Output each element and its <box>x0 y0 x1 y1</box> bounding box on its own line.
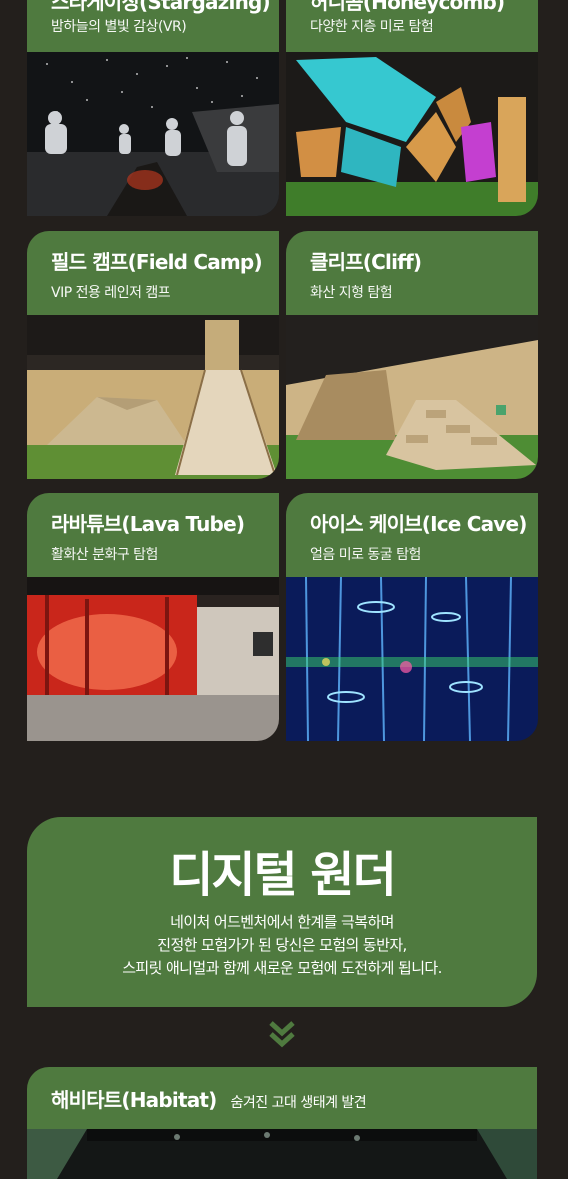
lava-tube-photo <box>27 577 279 741</box>
card-subtitle: 화산 지형 탐험 <box>310 285 393 301</box>
card-title: 아이스 케이브(Ice Cave) <box>310 512 527 536</box>
card-cliff[interactable]: 클리프(Cliff) 화산 지형 탐험 <box>286 231 538 479</box>
card-title: 라바튜브(Lava Tube) <box>51 512 245 536</box>
card-header: 해비타트(Habitat) 숨겨진 고대 생태계 발견 <box>27 1067 537 1129</box>
banner-line: 진정한 모험가가 된 당신은 모험의 동반자, <box>157 936 407 954</box>
double-chevron-down-icon <box>267 1020 297 1050</box>
card-subtitle: 얼음 미로 동굴 탐험 <box>310 547 421 563</box>
card-field-camp[interactable]: 필드 캠프(Field Camp) VIP 전용 레인저 캠프 <box>27 231 279 479</box>
digital-wonder-banner: 디지털 원더 네이처 어드벤처에서 한계를 극복하며 진정한 모험가가 된 당신… <box>27 817 537 1007</box>
honeycomb-maze-photo <box>286 52 538 216</box>
banner-line: 네이처 어드벤처에서 한계를 극복하며 <box>170 913 394 931</box>
card-header: 아이스 케이브(Ice Cave) 얼음 미로 동굴 탐험 <box>286 493 538 577</box>
card-header: 허니콤(Honeycomb) 다양한 지층 미로 탐험 <box>286 0 538 52</box>
card-title: 해비타트(Habitat) <box>51 1088 217 1112</box>
card-title: 필드 캠프(Field Camp) <box>51 250 263 274</box>
card-title: 클리프(Cliff) <box>310 250 422 274</box>
card-subtitle: 숨겨진 고대 생태계 발견 <box>230 1095 367 1111</box>
habitat-photo <box>27 1129 537 1179</box>
ice-cave-photo <box>286 577 538 741</box>
banner-line: 스피릿 애니멀과 함께 새로운 모험에 도전하게 됩니다. <box>122 959 442 977</box>
card-subtitle: VIP 전용 레인저 캠프 <box>51 285 171 301</box>
card-ice-cave[interactable]: 아이스 케이브(Ice Cave) 얼음 미로 동굴 탐험 <box>286 493 538 741</box>
card-subtitle: 다양한 지층 미로 탐험 <box>310 19 434 35</box>
card-header: 필드 캠프(Field Camp) VIP 전용 레인저 캠프 <box>27 231 279 315</box>
card-header: 라바튜브(Lava Tube) 활화산 분화구 탐험 <box>27 493 279 577</box>
card-title: 허니콤(Honeycomb) <box>310 0 505 14</box>
card-title: 스타게이징(Stargazing) <box>51 0 271 14</box>
card-header: 스타게이징(Stargazing) 밤하늘의 별빛 감상(VR) <box>27 0 279 52</box>
banner-title: 디지털 원더 <box>169 847 397 903</box>
card-header: 클리프(Cliff) 화산 지형 탐험 <box>286 231 538 315</box>
card-subtitle: 밤하늘의 별빛 감상(VR) <box>51 19 187 35</box>
banner-description: 네이처 어드벤처에서 한계를 극복하며 진정한 모험가가 된 당신은 모험의 동… <box>27 911 537 980</box>
card-lava-tube[interactable]: 라바튜브(Lava Tube) 활화산 분화구 탐험 <box>27 493 279 741</box>
field-camp-photo <box>27 315 279 479</box>
card-habitat[interactable]: 해비타트(Habitat) 숨겨진 고대 생태계 발견 <box>27 1067 537 1179</box>
cliff-photo <box>286 315 538 479</box>
card-stargazing[interactable]: 스타게이징(Stargazing) 밤하늘의 별빛 감상(VR) <box>27 0 279 216</box>
card-subtitle: 활화산 분화구 탐험 <box>51 547 158 563</box>
stargazing-vr-photo <box>27 52 279 216</box>
card-honeycomb[interactable]: 허니콤(Honeycomb) 다양한 지층 미로 탐험 <box>286 0 538 216</box>
